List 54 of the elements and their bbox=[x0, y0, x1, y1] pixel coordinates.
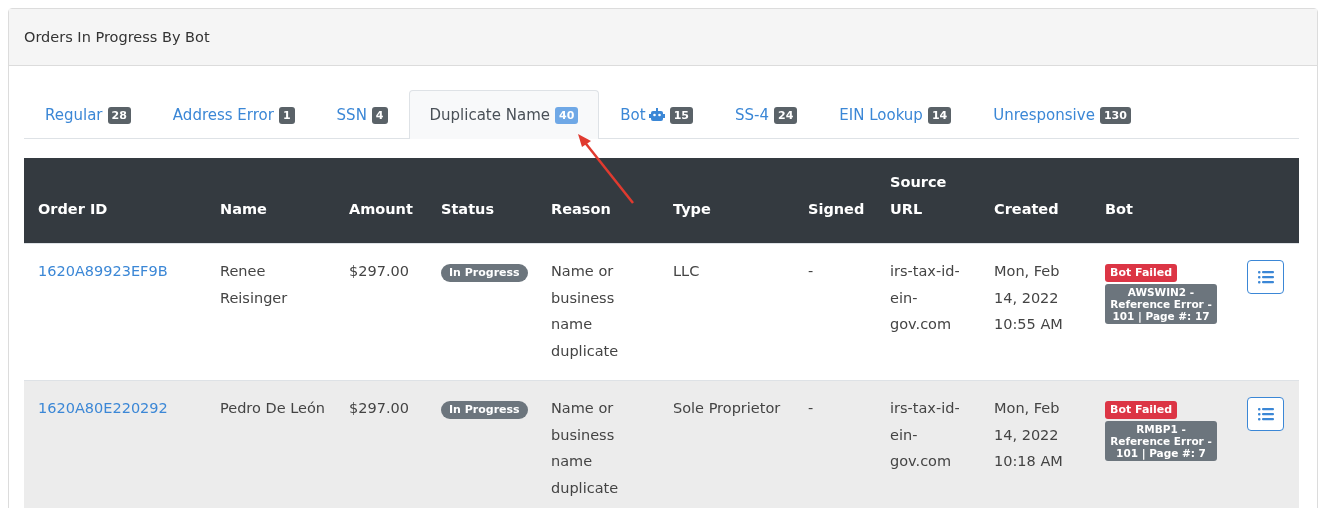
count-badge: 130 bbox=[1099, 106, 1131, 124]
tab[interactable]: SSN 4 bbox=[315, 90, 409, 139]
table-cell: Mon, Feb 14, 2022 10:18 AM bbox=[994, 400, 1063, 469]
list-icon bbox=[1257, 407, 1274, 421]
column-header: Type bbox=[659, 158, 794, 243]
count-badge: 40 bbox=[555, 106, 579, 124]
table-cell: Renee Reisinger bbox=[220, 263, 288, 306]
order-link[interactable]: 1620A89923EF9B bbox=[38, 263, 168, 279]
count-badge: 1 bbox=[278, 106, 295, 124]
table-cell: - bbox=[808, 263, 814, 279]
tab[interactable]: Bot 15 bbox=[599, 90, 714, 139]
column-header: Created bbox=[980, 158, 1091, 243]
tab[interactable]: SS-4 24 bbox=[714, 90, 819, 139]
count-badge: 4 bbox=[371, 106, 388, 124]
list-icon bbox=[1257, 270, 1274, 284]
column-header: Name bbox=[206, 158, 335, 243]
table-cell: Pedro De León bbox=[220, 400, 325, 416]
column-header: Reason bbox=[537, 158, 659, 243]
tab[interactable]: Unresponsive 130 bbox=[972, 90, 1152, 139]
count-badge: 28 bbox=[107, 106, 131, 124]
tab[interactable]: Duplicate Name 40 bbox=[408, 90, 600, 139]
status-badge: In Progress bbox=[441, 401, 528, 419]
details-button[interactable] bbox=[1247, 260, 1284, 294]
table-cell: Mon, Feb 14, 2022 10:55 AM bbox=[994, 263, 1063, 332]
robot-icon bbox=[648, 108, 665, 122]
bot-detail-badge: AWSWIN2 - Reference Error - 101 | Page #: 17 bbox=[1105, 284, 1217, 324]
count-badge: 15 bbox=[669, 106, 693, 124]
bot-status-badge: Bot Failed bbox=[1105, 264, 1178, 282]
bot-detail-badge: RMBP1 - Reference Error - 101 | Page #: 7 bbox=[1105, 421, 1217, 461]
tab[interactable]: EIN Lookup 14 bbox=[818, 90, 973, 139]
status-badge: In Progress bbox=[441, 264, 528, 282]
table-cell: Name or business name duplicate bbox=[551, 400, 619, 496]
table-cell: - bbox=[808, 400, 814, 416]
tab[interactable]: Address Error 1 bbox=[151, 90, 316, 139]
details-button[interactable] bbox=[1247, 397, 1284, 431]
bot-status-badge: Bot Failed bbox=[1105, 401, 1178, 419]
table-cell: $297.00 bbox=[349, 263, 409, 279]
table-cell: irs-tax-id-ein-gov.com bbox=[890, 263, 960, 332]
column-header: Bot bbox=[1091, 158, 1233, 243]
column-header: Amount bbox=[335, 158, 427, 243]
count-badge: 14 bbox=[927, 106, 952, 124]
card-title: Orders In Progress By Bot bbox=[9, 9, 1317, 66]
column-header: Order ID bbox=[24, 158, 206, 243]
table-cell: Name or business name duplicate bbox=[551, 263, 619, 359]
column-header: Status bbox=[427, 158, 537, 243]
column-header: Source URL bbox=[876, 158, 980, 243]
table-cell: $297.00 bbox=[349, 400, 409, 416]
table-cell: LLC bbox=[673, 263, 700, 279]
count-badge: 24 bbox=[774, 106, 798, 124]
table-cell: Sole Proprietor bbox=[673, 400, 781, 416]
table-cell: irs-tax-id-ein-gov.com bbox=[890, 400, 960, 469]
tab[interactable]: Regular 28 bbox=[24, 90, 152, 139]
column-header: Signed bbox=[794, 158, 876, 243]
order-link[interactable]: 1620A80E220292 bbox=[38, 400, 168, 416]
